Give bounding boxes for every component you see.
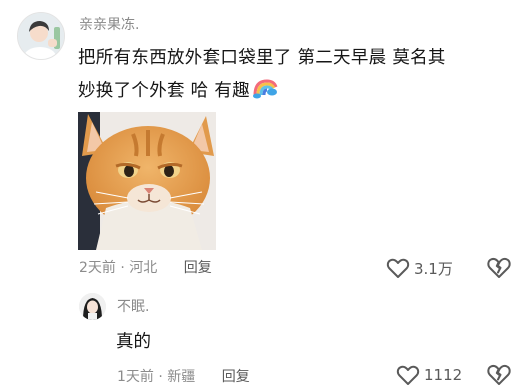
meta-separator: ·	[158, 369, 163, 385]
comment-item: 亲亲果冻. 把所有东西放外套口袋里了 第二天早晨 莫名其 妙换了个外套 哈 有趣	[0, 0, 523, 290]
reply-meta: 1天前 · 新疆 回复	[117, 366, 250, 386]
rainbow-emoji-icon	[252, 79, 278, 99]
heart-icon	[386, 258, 410, 278]
reply-button[interactable]: 回复	[222, 369, 250, 385]
heart-icon	[396, 365, 420, 385]
like-count: 1112	[424, 366, 463, 384]
comment-meta: 2天前 · 河北 回复	[79, 257, 212, 279]
like-button[interactable]: 1112	[396, 363, 462, 387]
meta-separator: ·	[120, 260, 125, 276]
avatar[interactable]	[17, 12, 65, 60]
reply-item: 不眠. 真的 1天前 · 新疆 回复 1112	[0, 290, 523, 387]
avatar-image	[79, 293, 106, 320]
comment-username[interactable]: 亲亲果冻.	[79, 14, 139, 34]
like-button[interactable]: 3.1万	[386, 256, 453, 280]
broken-heart-icon	[487, 364, 511, 385]
reply-avatar[interactable]	[79, 293, 106, 320]
comment-location: 河北	[129, 260, 158, 276]
comment-text-line-1: 把所有东西放外套口袋里了 第二天早晨 莫名其	[78, 48, 446, 68]
reply-button[interactable]: 回复	[184, 260, 212, 276]
reply-username[interactable]: 不眠.	[117, 296, 149, 316]
comment-image-cat[interactable]	[78, 112, 216, 250]
broken-heart-icon	[487, 257, 511, 278]
avatar-image	[18, 13, 64, 59]
comment-text-line-2-wrap: 妙换了个外套 哈 有趣	[78, 75, 508, 108]
comment-text-line-2: 妙换了个外套 哈 有趣	[78, 81, 250, 101]
reply-time: 1天前	[117, 369, 154, 385]
reply-text: 真的	[116, 332, 151, 352]
reply-location: 新疆	[167, 369, 196, 385]
dislike-button[interactable]	[486, 363, 512, 387]
cat-photo	[78, 112, 216, 250]
comment-text: 把所有东西放外套口袋里了 第二天早晨 莫名其 妙换了个外套 哈 有趣	[78, 42, 508, 108]
comment-time: 2天前	[79, 260, 116, 276]
dislike-button[interactable]	[486, 256, 512, 280]
like-count: 3.1万	[414, 259, 453, 278]
